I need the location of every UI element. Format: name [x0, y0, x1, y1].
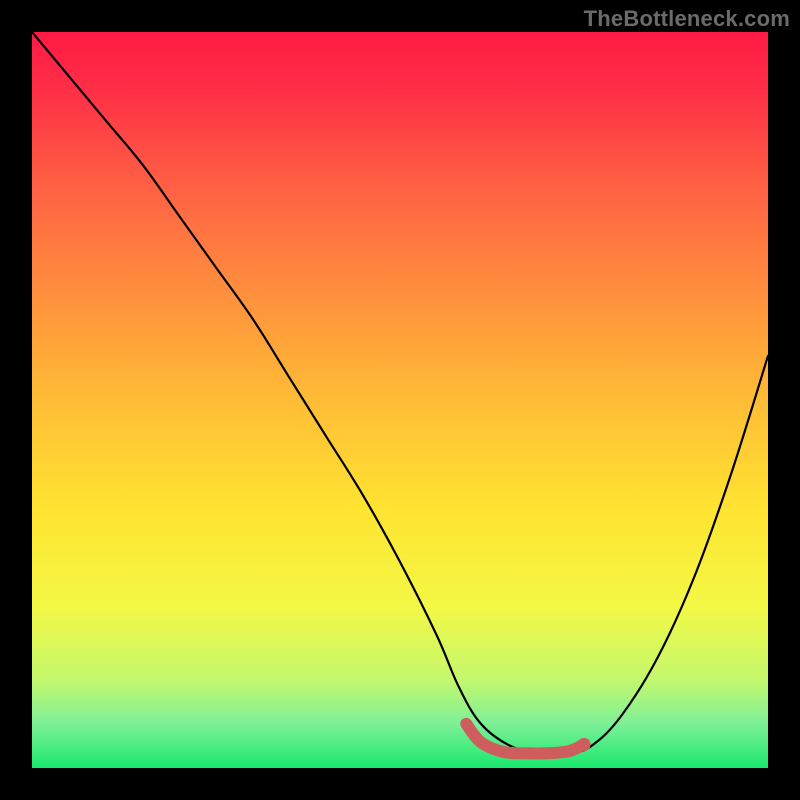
watermark-text: TheBottleneck.com: [584, 6, 790, 32]
chart-svg: [32, 32, 768, 768]
chart-stage: TheBottleneck.com: [0, 0, 800, 800]
plot-area: [32, 32, 768, 768]
optimal-range-end-dot: [577, 738, 590, 751]
